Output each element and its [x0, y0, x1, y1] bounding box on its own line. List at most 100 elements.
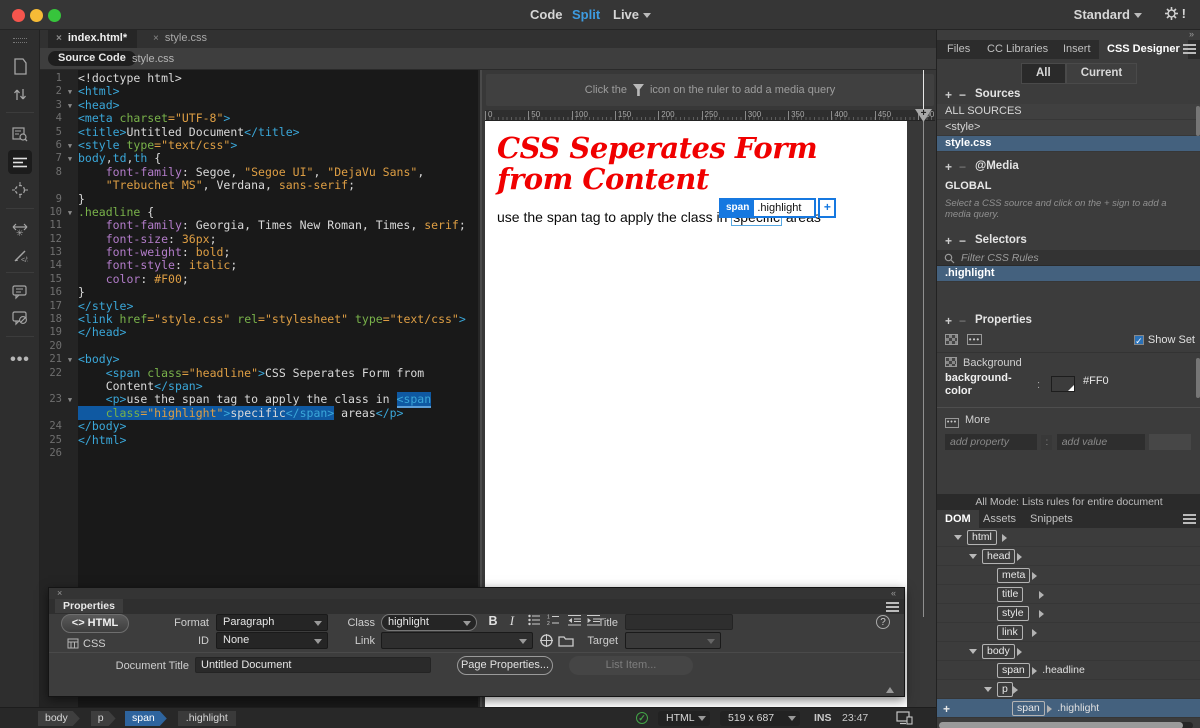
- remove-property-button[interactable]: −: [959, 314, 966, 328]
- page-properties-button[interactable]: Page Properties...: [457, 656, 553, 675]
- point-to-file-icon[interactable]: [539, 633, 554, 648]
- fold-arrow-icon[interactable]: ▼: [62, 85, 78, 98]
- code-line[interactable]: 17</style>: [40, 300, 478, 313]
- dom-tree-row[interactable]: style: [937, 604, 1200, 623]
- css-mode-button[interactable]: CSS: [67, 638, 106, 650]
- add-source-button[interactable]: +: [945, 88, 952, 102]
- dom-tag-pill[interactable]: p: [997, 682, 1013, 697]
- media-global-row[interactable]: GLOBAL: [937, 176, 1200, 194]
- code-line[interactable]: 5<title>Untitled Document</title>: [40, 126, 478, 139]
- code-line[interactable]: 1<!doctype html>: [40, 72, 478, 85]
- tag-crumb-highlight[interactable]: .highlight: [178, 711, 236, 726]
- code-line[interactable]: 4<meta charset="UTF-8">: [40, 112, 478, 125]
- remove-media-button[interactable]: −: [959, 160, 966, 174]
- zoom-window-button[interactable]: [48, 9, 61, 22]
- page-headline[interactable]: CSS Seperates Form from Content: [497, 133, 895, 195]
- code-line[interactable]: 22 <span class="headline">CSS Seperates …: [40, 367, 478, 380]
- dom-tree-row[interactable]: span.headline: [937, 661, 1200, 680]
- dom-tag-pill[interactable]: head: [982, 549, 1015, 564]
- code-line[interactable]: 13 font-weight: bold;: [40, 246, 478, 259]
- dom-tag-pill[interactable]: link: [997, 625, 1023, 640]
- code-line[interactable]: 25</html>: [40, 434, 478, 447]
- scrollbar[interactable]: [1196, 358, 1200, 398]
- format-menu-icon[interactable]: [8, 150, 32, 174]
- tab-index-html[interactable]: ×index.html*: [48, 30, 137, 48]
- scrollbar-thumb[interactable]: [939, 722, 1183, 728]
- value-type-stub[interactable]: [1149, 434, 1191, 450]
- dom-tree-row[interactable]: link: [937, 623, 1200, 642]
- add-media-button[interactable]: +: [945, 160, 952, 174]
- italic-button[interactable]: I: [505, 614, 519, 629]
- fold-arrow-icon[interactable]: ▼: [62, 206, 78, 219]
- code-line[interactable]: 23▼ <p>use the span tag to apply the cla…: [40, 393, 478, 406]
- code-line[interactable]: 19</head>: [40, 326, 478, 339]
- resize-handle[interactable]: [886, 687, 894, 693]
- code-line[interactable]: 8 font-family: Segoe, "Segoe UI", "DejaV…: [40, 166, 478, 179]
- code-line[interactable]: Content</span>: [40, 380, 478, 393]
- add-value-input[interactable]: add value: [1057, 434, 1145, 450]
- format-dropdown[interactable]: Paragraph: [216, 614, 328, 631]
- view-mode-live[interactable]: Live: [613, 7, 651, 22]
- expand-chevron-icon[interactable]: [969, 554, 977, 559]
- fold-arrow-icon[interactable]: ▼: [62, 393, 78, 406]
- color-swatch[interactable]: [1051, 376, 1075, 392]
- dom-tag-pill[interactable]: span: [997, 663, 1030, 678]
- tab-files[interactable]: Files: [939, 40, 978, 59]
- code-line[interactable]: 24</body>: [40, 420, 478, 433]
- dom-tree-row[interactable]: body: [937, 642, 1200, 661]
- source-item[interactable]: style.css: [937, 136, 1200, 152]
- gear-icon[interactable]: [1164, 6, 1179, 21]
- tab-dom[interactable]: DOM: [937, 510, 979, 528]
- unordered-list-icon[interactable]: [528, 614, 542, 626]
- fold-arrow-icon[interactable]: ▼: [62, 353, 78, 366]
- remove-selector-button[interactable]: −: [959, 234, 966, 248]
- element-tag-chip[interactable]: span: [721, 200, 754, 216]
- class-dropdown[interactable]: highlight: [381, 614, 477, 631]
- target-icon[interactable]: [8, 178, 32, 202]
- dom-tree-row[interactable]: html: [937, 528, 1200, 547]
- fold-arrow-icon[interactable]: ▼: [62, 139, 78, 152]
- expand-chevron-icon[interactable]: [954, 535, 962, 540]
- scrollbar[interactable]: [1196, 106, 1200, 136]
- comment-off-icon[interactable]: [8, 306, 32, 330]
- html-mode-button[interactable]: <> HTML: [61, 614, 129, 633]
- add-selector-button[interactable]: +: [945, 234, 952, 248]
- code-line[interactable]: 3▼<head>: [40, 99, 478, 112]
- tab-insert[interactable]: Insert: [1055, 40, 1099, 59]
- validation-check-icon[interactable]: ✓: [636, 712, 648, 724]
- id-dropdown[interactable]: None: [216, 632, 328, 649]
- source-item[interactable]: ALL SOURCES: [937, 104, 1200, 120]
- expand-chevron-icon[interactable]: [969, 649, 977, 654]
- dom-tag-pill[interactable]: title: [997, 587, 1023, 602]
- code-line[interactable]: 6▼<style type="text/css">: [40, 139, 478, 152]
- close-panel-icon[interactable]: ×: [57, 588, 62, 598]
- code-line[interactable]: 21▼<body>: [40, 353, 478, 366]
- mode-current-button[interactable]: Current: [1066, 63, 1138, 84]
- document-title-input[interactable]: Untitled Document: [195, 657, 431, 673]
- source-item[interactable]: <style>: [937, 120, 1200, 136]
- code-brush-icon[interactable]: </>: [8, 244, 32, 268]
- code-line[interactable]: 2▼<html>: [40, 85, 478, 98]
- tab-snippets[interactable]: Snippets: [1022, 510, 1081, 528]
- title-input[interactable]: [625, 614, 733, 630]
- tag-crumb-span[interactable]: span: [125, 711, 167, 726]
- checkbox-checked-icon[interactable]: ✓: [1134, 335, 1144, 345]
- minimize-window-button[interactable]: [30, 9, 43, 22]
- tab-assets[interactable]: Assets: [975, 510, 1024, 528]
- code-line[interactable]: class="highlight">specific</span> areas<…: [40, 407, 478, 420]
- panel-menu-icon[interactable]: [1183, 44, 1196, 54]
- more-tools-icon[interactable]: •••: [8, 348, 32, 372]
- code-line[interactable]: 15 color: #F00;: [40, 273, 478, 286]
- panel-grip[interactable]: [13, 38, 27, 43]
- code-line[interactable]: 14 font-style: italic;: [40, 259, 478, 272]
- tab-css-designer[interactable]: CSS Designer: [1099, 40, 1188, 59]
- mode-all-button[interactable]: All: [1021, 63, 1066, 84]
- close-window-button[interactable]: [12, 9, 25, 22]
- code-line[interactable]: 18<link href="style.css" rel="stylesheet…: [40, 313, 478, 326]
- inspector-menu-icon[interactable]: [886, 602, 899, 612]
- link-input[interactable]: [381, 632, 533, 649]
- dom-tree-row[interactable]: title: [937, 585, 1200, 604]
- ruler[interactable]: 050100150200250300350400450500: [485, 110, 935, 121]
- dom-tree-row[interactable]: p: [937, 680, 1200, 699]
- dom-menu-icon[interactable]: [1183, 514, 1196, 524]
